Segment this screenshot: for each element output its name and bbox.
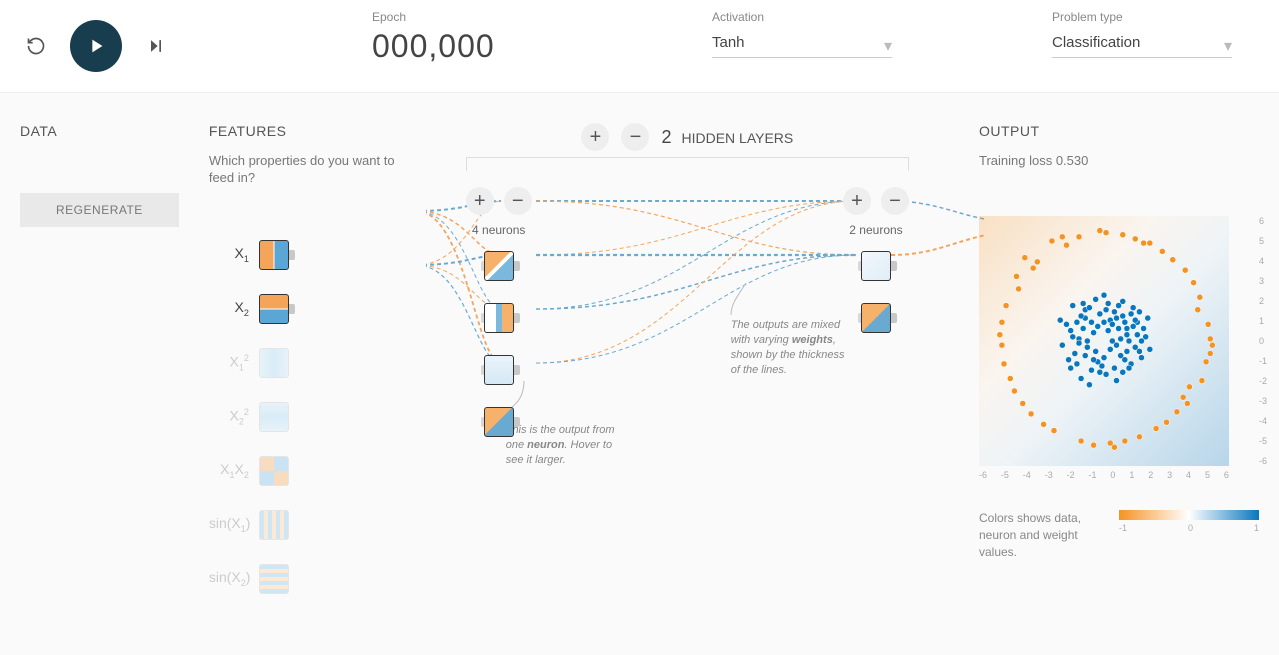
remove-neuron-button[interactable]: −	[504, 187, 532, 215]
feature-node[interactable]	[259, 510, 289, 540]
output-column: OUTPUT Training loss 0.530 6543210-1-2-3…	[979, 123, 1259, 560]
layer-1: + − 4 neurons	[466, 187, 532, 459]
hidden-layers-header: + − 2 HIDDEN LAYERS	[426, 123, 949, 151]
gradient-ticks: -1 0 1	[1119, 523, 1259, 533]
add-layer-button[interactable]: +	[581, 123, 609, 151]
epoch-value: 000,000	[372, 28, 552, 65]
neuron[interactable]	[484, 355, 514, 385]
feature-node[interactable]	[259, 564, 289, 594]
output-plot: 6543210-1-2-3-4-5-6 -6-5-4-3-2-10123456	[979, 216, 1249, 480]
feature-x2sq[interactable]: X22	[209, 399, 396, 435]
activation-field: Activation Tanh ▾	[712, 10, 892, 58]
add-neuron-button[interactable]: +	[466, 187, 494, 215]
feature-x2[interactable]: X2	[209, 291, 396, 327]
legend-text: Colors shows data, neuron and weight val…	[979, 510, 1099, 560]
reset-button[interactable]	[20, 30, 52, 62]
feature-node[interactable]	[259, 348, 289, 378]
remove-layer-button[interactable]: −	[621, 123, 649, 151]
main: DATA REGENERATE FEATURES Which propertie…	[0, 93, 1279, 655]
y-axis-ticks: 6543210-1-2-3-4-5-6	[1259, 216, 1267, 466]
feature-x1x2[interactable]: X1X2	[209, 453, 396, 489]
play-button[interactable]	[70, 20, 122, 72]
epoch-field: Epoch 000,000	[372, 10, 552, 65]
layers: + − 4 neurons + − 2 neurons	[426, 187, 949, 459]
output-title: OUTPUT	[979, 123, 1259, 139]
feature-x1[interactable]: X1	[209, 237, 396, 273]
feature-node[interactable]	[259, 294, 289, 324]
feature-sinx1[interactable]: sin(X1)	[209, 507, 396, 543]
add-neuron-button[interactable]: +	[843, 187, 871, 215]
epoch-label: Epoch	[372, 10, 552, 24]
features-column: FEATURES Which properties do you want to…	[209, 123, 396, 615]
problem-field: Problem type Classification ▾	[1052, 10, 1232, 58]
training-loss: Training loss 0.530	[979, 153, 1259, 168]
activation-label: Activation	[712, 10, 892, 24]
features-title: FEATURES	[209, 123, 396, 139]
network-column: + − 2 HIDDEN LAYERS	[426, 123, 949, 459]
hidden-layers-count: 2	[661, 127, 671, 148]
feature-list: X1 X2 X12 X22 X1X2	[209, 237, 396, 615]
features-subtitle: Which properties do you want to feed in?	[209, 153, 396, 187]
remove-neuron-button[interactable]: −	[881, 187, 909, 215]
neuron[interactable]	[484, 407, 514, 437]
feature-node[interactable]	[259, 456, 289, 486]
layer-caption: 4 neurons	[472, 223, 525, 237]
neuron[interactable]	[484, 303, 514, 333]
activation-select[interactable]: Tanh	[712, 28, 892, 58]
data-title: DATA	[20, 123, 179, 139]
feature-sinx2[interactable]: sin(X2)	[209, 561, 396, 597]
data-column: DATA REGENERATE	[20, 123, 179, 227]
bracket-decoration	[466, 157, 909, 171]
layer-caption: 2 neurons	[849, 223, 902, 237]
playback-controls	[20, 10, 172, 72]
top-bar: Epoch 000,000 Activation Tanh ▾ Problem …	[0, 0, 1279, 93]
problem-label: Problem type	[1052, 10, 1232, 24]
hidden-layers-title: HIDDEN LAYERS	[681, 130, 793, 146]
step-forward-icon	[146, 36, 166, 56]
layer-2: + − 2 neurons	[843, 187, 909, 459]
x-axis-ticks: -6-5-4-3-2-10123456	[979, 470, 1229, 480]
neuron[interactable]	[861, 251, 891, 281]
color-gradient	[1119, 510, 1259, 520]
feature-node[interactable]	[259, 240, 289, 270]
neuron[interactable]	[861, 303, 891, 333]
reset-icon	[26, 35, 46, 57]
scatter-dots	[979, 216, 1229, 466]
neuron[interactable]	[484, 251, 514, 281]
feature-x1sq[interactable]: X12	[209, 345, 396, 381]
feature-node[interactable]	[259, 402, 289, 432]
problem-select[interactable]: Classification	[1052, 28, 1232, 58]
legend: Colors shows data, neuron and weight val…	[979, 510, 1259, 560]
play-icon	[85, 35, 107, 57]
regenerate-button[interactable]: REGENERATE	[20, 193, 179, 227]
step-button[interactable]	[140, 30, 172, 62]
callout-weights: The outputs are mixed with varying weigh…	[731, 318, 846, 377]
